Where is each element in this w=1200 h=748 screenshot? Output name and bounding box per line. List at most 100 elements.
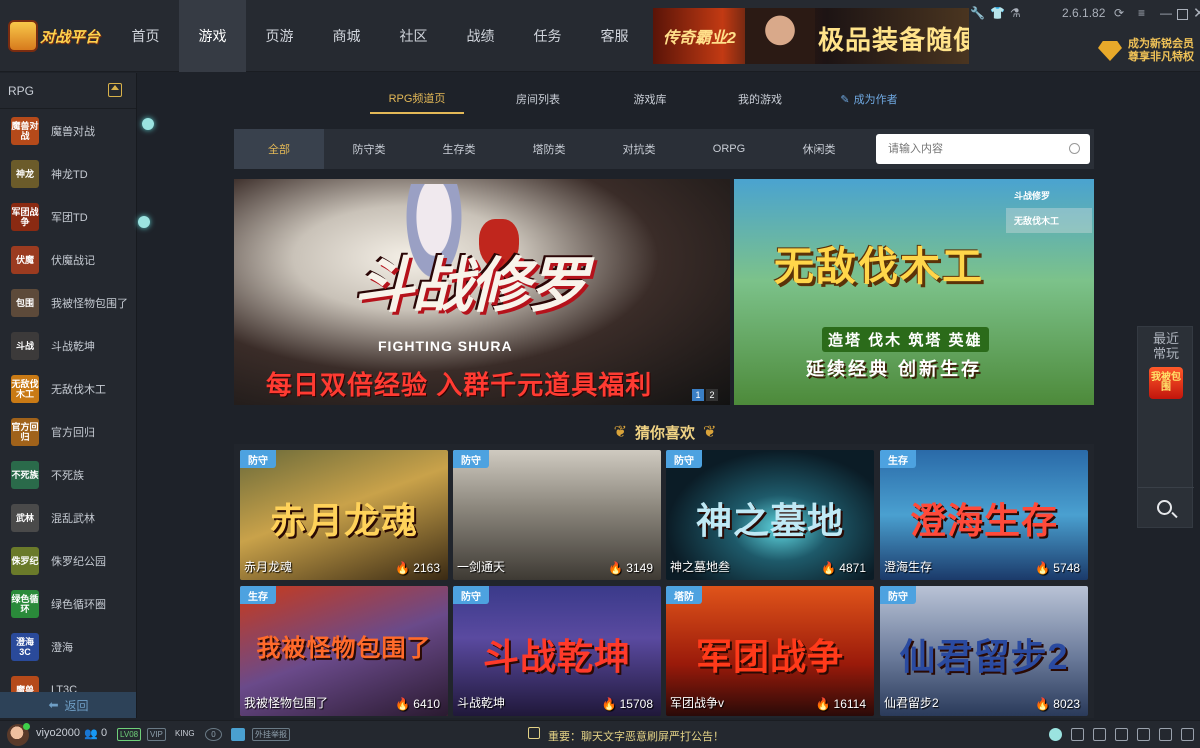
sidebar-item[interactable]: 伏魔 伏魔战记 [0,238,136,281]
game-card-title: 斗战乾坤 [457,696,506,710]
category-versus[interactable]: 对抗类 [594,129,684,169]
tab-rpg-channel[interactable]: RPG频道页 [370,84,464,114]
search-icon[interactable] [1069,143,1080,154]
game-card[interactable]: 澄海生存 生存 澄海生存 🔥 5748 [880,450,1088,580]
level-badge[interactable]: LV08 [117,728,142,741]
category-defense[interactable]: 防守类 [324,129,414,169]
game-card-tag: 防守 [880,586,916,604]
flame-icon: 🔥 [601,697,617,711]
sidebar-item[interactable]: 神龙 神龙TD [0,152,136,195]
friends-icon[interactable]: 👥 [84,727,98,740]
game-icon: 魔兽对战 [11,116,39,145]
game-card[interactable]: 神之墓地 防守 神之墓地叁 🔥 4871 [666,450,874,580]
sidebar-list: 魔兽对战 魔兽对战 神龙 神龙TD 军团战争 军团TD 伏魔 伏魔战记 包围 我被怪物包围了 斗战斗… [0,109,136,711]
panel-search-button[interactable] [1138,487,1194,529]
category-casual[interactable]: 休闲类 [774,129,864,169]
mail-icon[interactable] [1137,728,1150,741]
vip-badge[interactable]: VIP [147,728,166,741]
sidebar-item[interactable]: 澄海3C 澄海 [0,625,136,668]
tab-room-list[interactable]: 房间列表 [476,84,600,114]
side-banner-line1: 造塔 伐木 筑塔 英雄 [822,327,989,352]
app-logo[interactable]: 对战平台 [6,14,106,58]
sidebar-item[interactable]: 不死族 不死族 [0,453,136,496]
game-grid: 赤月龙魂 防守 赤月龙魂 🔥 2163 防守 一剑通天 🔥 3149 神之墓地 防守 神之墓地叁 🔥 48… [234,444,1094,718]
vip-promo[interactable]: 成为新锐会员 尊享非凡特权 [1098,38,1196,66]
pager-dot[interactable]: 2 [706,389,718,401]
chart-icon[interactable] [1159,728,1172,741]
sidebar-item[interactable]: 无敌伐木工 无敌伐木工 [0,367,136,410]
screen-icon[interactable] [1071,728,1084,741]
category-all[interactable]: 全部 [234,129,324,169]
tab-become-author[interactable]: ✎ 成为作者 [820,84,918,114]
sidebar-item[interactable]: 斗战 斗战乾坤 [0,324,136,367]
nav-community[interactable]: 社区 [380,0,447,72]
game-card[interactable]: 仙君留步2 防守 仙君留步2 🔥 8023 [880,586,1088,716]
sidebar-item[interactable]: 绿色循环 绿色循环圈 [0,582,136,625]
tab-game-library[interactable]: 游戏库 [600,84,700,114]
banner-slogan: 每日双倍经验 入群千元道具福利 [266,370,653,400]
game-card-hot: 🔥 3149 [608,561,653,575]
home-icon[interactable] [108,83,122,97]
announcement[interactable]: 重要：聊天文字恶意刷屏严打公告！ [548,728,724,744]
search-input[interactable] [876,134,1046,164]
settings-icon[interactable] [1181,728,1194,741]
game-card-logo: 澄海生存 [909,500,1058,541]
folder-icon[interactable] [1115,728,1128,741]
sidebar-item-label: 绿色循环圈 [51,598,106,611]
shirt-icon[interactable]: 👕 [990,6,1005,20]
sidebar-item-label: 斗战乾坤 [51,340,95,353]
category-survival[interactable]: 生存类 [414,129,504,169]
sidebar-item[interactable]: 官方回归 官方回归 [0,410,136,453]
glow-dot-icon [142,118,154,130]
sidebar-item[interactable]: 军团战争 军团TD [0,195,136,238]
game-card-title: 神之墓地叁 [670,560,731,574]
username[interactable]: viyo2000 [36,727,80,739]
menu-icon[interactable]: ≡ [1138,6,1145,20]
sidebar-item[interactable]: 武林 混乱武林 [0,496,136,539]
avatar[interactable] [7,723,30,746]
nav-tasks[interactable]: 任务 [514,0,581,72]
game-card[interactable]: 防守 一剑通天 🔥 3149 [453,450,661,580]
glow-dot-icon [1049,728,1062,741]
back-button[interactable]: ⬅ 返回 [0,692,136,718]
banner-switch-item[interactable]: 斗战修罗 [1006,183,1092,208]
category-orpg[interactable]: ORPG [684,129,774,169]
sidebar-item[interactable]: 包围 我被怪物包围了 [0,281,136,324]
side-banner[interactable]: 无敌伐木工 造塔 伐木 筑塔 英雄 延续经典 创新生存 斗战修罗 无敌伐木工 [734,179,1094,405]
maximize-icon[interactable] [1177,9,1188,20]
wrench-icon[interactable]: 🔧 [970,6,985,20]
game-card[interactable]: 军团战争 塔防 军团战争v 🔥 16114 [666,586,874,716]
tab-my-games[interactable]: 我的游戏 [700,84,820,114]
nav-support[interactable]: 客服 [581,0,648,72]
nav-games[interactable]: 游戏 [179,0,246,72]
chat-icon[interactable] [231,728,245,741]
flame-icon: 🔥 [821,561,837,575]
sidebar-item[interactable]: 魔兽对战 魔兽对战 [0,109,136,152]
nav-store[interactable]: 商城 [313,0,380,72]
nav-web-games[interactable]: 页游 [246,0,313,72]
refresh-icon[interactable]: ⟳ [1114,6,1124,20]
main-banner[interactable]: 斗战修罗 FIGHTING SHURA 每日双倍经验 入群千元道具福利 [234,179,730,405]
close-icon[interactable]: ✕ [1193,4,1200,22]
nav-home[interactable]: 首页 [112,0,179,72]
game-icon: 无敌伐木工 [11,374,39,403]
pager-dot[interactable]: 1 [692,389,704,401]
game-card[interactable]: 赤月龙魂 防守 赤月龙魂 🔥 2163 [240,450,448,580]
category-tower-defense[interactable]: 塔防类 [504,129,594,169]
game-card-logo: 我被怪物包围了 [256,635,432,662]
nav-records[interactable]: 战绩 [447,0,514,72]
top-ad-banner[interactable]: 传奇霸业2 极品装备随便 [653,8,969,64]
game-icon: 侏罗纪 [11,546,39,575]
report-cheat-button[interactable]: 外挂举报 [252,728,290,741]
minimize-icon[interactable]: — [1160,6,1172,20]
game-card[interactable]: 斗战乾坤 防守 斗战乾坤 🔥 15708 [453,586,661,716]
recent-game-icon[interactable]: 我被包围 [1149,367,1183,399]
sidebar-item[interactable]: 侏罗纪 侏罗纪公园 [0,539,136,582]
camera-icon[interactable] [1093,728,1106,741]
king-badge[interactable]: KING [173,728,197,741]
sidebar-item-label: 无敌伐木工 [51,383,106,396]
banner-switch-item[interactable]: 无敌伐木工 [1006,208,1092,233]
game-card[interactable]: 我被怪物包围了 生存 我被怪物包围了 🔥 6410 [240,586,448,716]
shield-count[interactable]: 0 [205,728,222,741]
broom-icon[interactable]: ⚗ [1010,6,1021,20]
